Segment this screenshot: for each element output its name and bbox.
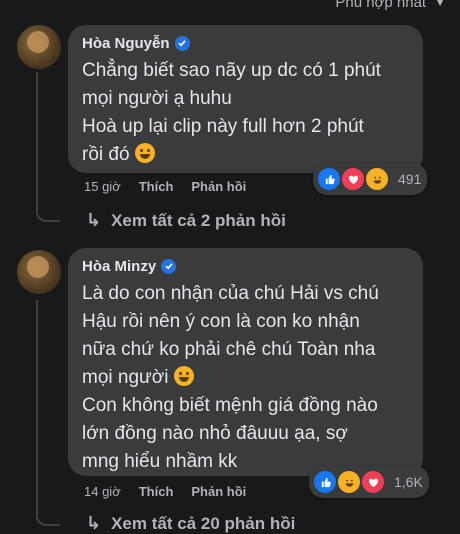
author-name[interactable]: Hòa Nguyễn <box>82 35 170 52</box>
comment-line: mọi người ạ huhu <box>82 88 232 109</box>
like-reaction-icon <box>312 469 338 495</box>
view-replies-label: Xem tất cả 20 phản hồi <box>111 513 296 533</box>
reaction-count: 1,6K <box>394 474 423 490</box>
comment-line: nữa chứ ko phải chê chú Toàn nha <box>82 339 376 360</box>
like-button[interactable]: Thích <box>139 484 174 499</box>
like-button[interactable]: Thích <box>139 179 174 194</box>
reply-button[interactable]: Phản hồi <box>191 484 246 499</box>
view-replies-link[interactable]: ↳ Xem tất cả 2 phản hồi <box>86 210 286 231</box>
comment-actions: 14 giờ Thích Phản hồi <box>84 484 246 499</box>
love-reaction-icon <box>340 166 366 192</box>
verified-badge-icon <box>161 258 177 274</box>
like-reaction-icon <box>316 166 342 192</box>
reaction-count: 491 <box>398 171 422 187</box>
comment-actions: 15 giờ Thích Phản hồi <box>84 179 246 194</box>
thread-line <box>36 300 38 520</box>
haha-reaction-icon <box>336 469 362 495</box>
thread-line <box>36 72 38 206</box>
comment-bubble: Hòa Nguyễn Chẳng biết sao nãy up dc có 1… <box>68 25 423 173</box>
view-replies-label: Xem tất cả 2 phản hồi <box>111 210 286 230</box>
comment-time[interactable]: 14 giờ <box>84 484 121 499</box>
comment-line: Chẳng biết sao nãy up dc có 1 phút <box>82 60 381 81</box>
comment-bubble: Hòa Minzy Là do con nhận của chú Hải vs … <box>68 248 423 476</box>
verified-badge-icon <box>174 35 190 51</box>
haha-reaction-icon <box>364 166 390 192</box>
comment-line: Là do con nhận của chú Hải vs chú <box>82 283 379 304</box>
love-reaction-icon <box>360 469 386 495</box>
comment-line: Hậu rồi nên ý con là con ko nhận <box>82 311 360 332</box>
reply-button[interactable]: Phản hồi <box>191 179 246 194</box>
sort-label: Phù hợp nhất <box>335 0 427 11</box>
thread-elbow <box>36 206 60 222</box>
reply-arrow-icon: ↳ <box>86 513 102 533</box>
view-replies-link[interactable]: ↳ Xem tất cả 20 phản hồi <box>86 513 295 534</box>
comment-time[interactable]: 15 giờ <box>84 179 121 194</box>
comment-text: Là do con nhận của chú Hải vs chú Hậu rồ… <box>82 280 409 476</box>
thread-elbow <box>36 510 60 526</box>
chevron-down-icon: ▼ <box>434 0 446 9</box>
wink-tongue-emoji-icon <box>173 366 194 386</box>
sort-dropdown[interactable]: Phù hợp nhất ▼ <box>335 0 446 12</box>
author-name[interactable]: Hòa Minzy <box>82 258 156 275</box>
grin-emoji-icon <box>134 143 155 163</box>
avatar[interactable] <box>17 250 61 294</box>
comment-line: mọi người <box>82 364 409 392</box>
avatar[interactable] <box>17 25 61 69</box>
reaction-summary[interactable]: 491 <box>313 163 428 195</box>
comment-line: Hoà up lại clip này full hơn 2 phút <box>82 116 364 137</box>
comment-line: Con không biết mệnh giá đồng nào <box>82 395 378 416</box>
reply-arrow-icon: ↳ <box>86 210 102 230</box>
comment-text: Chẳng biết sao nãy up dc có 1 phút mọi n… <box>82 57 409 169</box>
reaction-summary[interactable]: 1,6K <box>309 466 429 498</box>
comment-line: lớn đồng nào nhỏ đâuuu ạa, sợ <box>82 423 348 444</box>
